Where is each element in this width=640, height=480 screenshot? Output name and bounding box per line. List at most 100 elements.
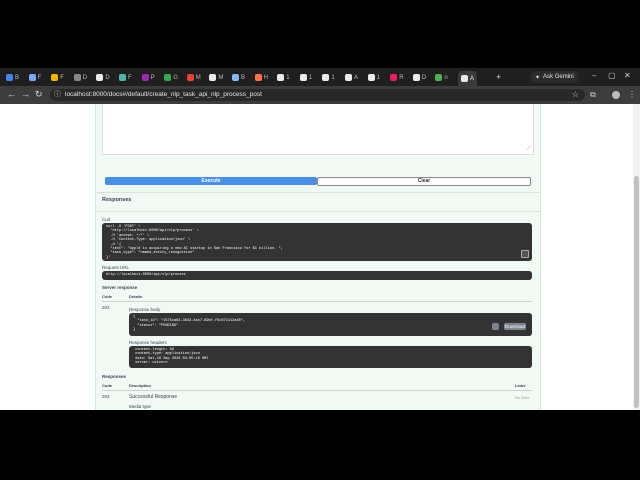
browser-tab[interactable]: B [6,71,19,84]
browser-tab[interactable]: A [458,71,478,86]
responses-label: Responses [102,374,127,379]
response-headers-label: Response headers [129,340,167,345]
browser-tab[interactable]: D [96,71,110,84]
browser-tab[interactable]: F [28,71,42,84]
ask-gemini-label: Ask Gemini [543,74,574,80]
profile-avatar[interactable] [612,91,620,99]
scrollbar-thumb[interactable] [634,176,639,408]
browser-tab[interactable]: 1 [322,71,335,84]
maximize-button[interactable]: ▢ [608,71,616,80]
tab-label: D [105,74,110,81]
tab-favicon-icon [322,74,330,81]
browser-tab[interactable]: A [345,71,358,84]
extensions-icon[interactable]: ⧉ [590,90,596,100]
tab-label: 1 [308,74,313,81]
browser-tab[interactable]: D [412,71,427,84]
browser-tab[interactable]: 1 [299,71,313,84]
tab-label: n [444,74,448,81]
navigation-bar: ← → ↻ ⓘ localhost:8000/docs#/default/cre… [0,86,640,104]
browser-tab[interactable]: B [232,71,245,84]
tab-favicon-icon [164,74,172,81]
browser-tab[interactable]: M [209,71,223,84]
tab-favicon-icon [141,74,149,81]
divider [96,211,540,212]
download-button[interactable]: Download [504,323,526,330]
tab-label: B [15,74,20,81]
tab-favicon-icon [390,74,398,81]
tab-strip: B F F D D F P G M M B H 1 1 1 A 1 R Dn A + ✦ Ask Gemini – ▢… [0,68,640,86]
gemini-icon: ✦ [535,74,541,81]
execute-button[interactable]: Execute [105,177,317,185]
tab-label: P [150,74,155,81]
browser-window: B F F D D F P G M M B H 1 1 1 A 1 R Dn A + ✦ Ask Gemini – ▢… [0,68,640,410]
response-body: { "task_id": "1575ca83-3843-4ac7-89bf-f5… [133,315,246,333]
browser-tab[interactable]: F [119,71,132,84]
tab-label: 1 [286,74,290,81]
new-tab-button[interactable]: + [496,72,501,82]
links-column-header: Links [515,383,526,388]
url-text[interactable]: localhost:8000/docs#/default/create_nlp_… [65,89,262,101]
tab-label: A [470,75,475,82]
tab-favicon-icon [96,74,104,81]
tab-favicon-icon [412,74,420,81]
media-type-label: Media type [129,404,152,409]
browser-tab[interactable]: R [390,71,404,84]
tab-favicon-icon [461,75,468,82]
tab-label: R [399,74,404,81]
tab-favicon-icon [51,74,59,81]
responses-heading: Responses [102,197,132,203]
response-body-block: { "task_id": "1575ca83-3843-4ac7-89bf-f5… [129,313,532,336]
menu-icon[interactable]: ⋮ [628,90,636,99]
browser-tab[interactable]: P [141,71,155,84]
swagger-page: ⟋ Execute Clear Responses Curl curl -X '… [0,104,640,410]
browser-tab[interactable]: 1 [367,71,380,84]
response-body-label: Response body [129,307,161,312]
tab-label: D [421,74,427,81]
tab-label: F [37,74,42,81]
request-body-textarea[interactable]: ⟋ [102,104,534,155]
reload-button[interactable]: ↻ [35,89,43,100]
clear-button[interactable]: Clear [317,177,531,186]
address-bar[interactable]: ⓘ localhost:8000/docs#/default/create_nl… [50,89,585,101]
operation-panel: ⟋ Execute Clear Responses Curl curl -X '… [95,104,541,410]
browser-tab[interactable]: F [51,71,64,84]
resize-handle-icon[interactable]: ⟋ [527,146,531,153]
tab-label: D [82,74,88,81]
ask-gemini-button[interactable]: ✦ Ask Gemini [530,71,579,83]
tab-favicon-icon [73,74,81,81]
tab-label: H [263,74,268,81]
tab-label: 1 [331,74,335,81]
forward-button[interactable]: → [21,89,30,99]
request-url-label: Request URL [102,265,130,270]
tab-favicon-icon [119,74,126,81]
browser-tab[interactable]: G [164,71,178,84]
tab-label: F [128,74,132,81]
tab-label: M [195,74,201,81]
copy-response-icon[interactable] [492,323,499,330]
site-info-icon[interactable]: ⓘ [54,89,61,101]
tab-favicon-icon [277,74,285,81]
description-column-header: Description [129,383,152,388]
browser-tab[interactable]: D [73,71,88,84]
browser-tab[interactable]: M [186,71,201,84]
browser-tab[interactable]: n [435,71,448,84]
minimize-button[interactable]: – [592,71,596,80]
response-code: 202 [102,394,110,399]
close-window-button[interactable]: ✕ [624,71,631,80]
browser-tab[interactable]: 1 [277,71,290,84]
curl-label: Curl [102,217,111,222]
back-button[interactable]: ← [7,89,16,99]
server-response-label: Server response [102,285,138,290]
details-column-header: Details [129,294,143,299]
tab-favicon-icon [435,74,443,81]
code-column-header: Code [102,383,112,388]
tab-label: G [173,74,178,81]
page-scrollbar[interactable] [633,104,640,410]
bookmark-star-icon[interactable]: ☆ [572,89,579,101]
browser-tab[interactable]: H [254,71,268,84]
tab-favicon-icon [209,74,217,81]
copy-icon[interactable] [521,250,529,258]
curl-code-block: curl -X 'POST' \ 'http://localhost:8000/… [102,223,532,261]
tab-favicon-icon [28,74,36,81]
tab-favicon-icon [186,74,194,81]
